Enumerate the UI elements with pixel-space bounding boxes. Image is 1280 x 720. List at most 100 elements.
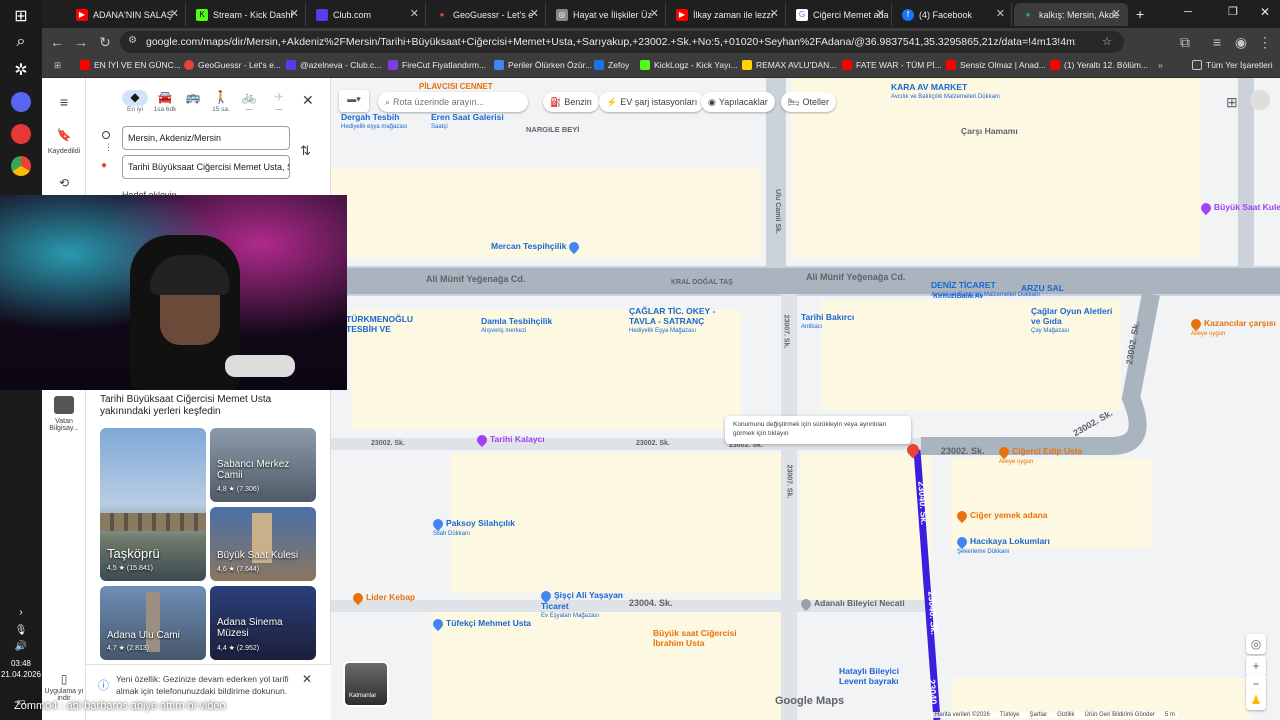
browser-tab[interactable]: K Stream - Kick Dashb ✕	[188, 3, 306, 26]
footer-link[interactable]: Ürün Geri Bildirimi Gönder	[1084, 712, 1154, 718]
bookmark[interactable]: FATE WAR - TÜM Pİ...	[842, 60, 942, 70]
mode-bike[interactable]: 🚲 —	[236, 90, 262, 113]
close-icon[interactable]: ✕	[1112, 7, 1121, 20]
poi-marker[interactable]: Dergah Tesbih Hediyelik eşya mağazası	[341, 112, 407, 132]
close-icon[interactable]: ✕	[410, 7, 419, 20]
poi-marker[interactable]: KRAL DOĞAL TAŞ	[671, 278, 733, 288]
browser-tab[interactable]: ▶ İlkay zaman ile lezze ✕	[668, 3, 786, 26]
menu-icon[interactable]: ⋮	[1256, 34, 1274, 51]
poi-marker[interactable]: KirmiziBalık Av	[933, 292, 983, 302]
poi-marker[interactable]: Lider Kebap	[350, 590, 415, 605]
bookmark[interactable]: Zefoy	[594, 60, 629, 70]
close-icon[interactable]: ✕	[302, 672, 312, 686]
poi-marker[interactable]: Mercan Tespihçilik	[491, 239, 582, 254]
app-icon[interactable]	[9, 122, 33, 146]
poi-marker[interactable]: PİLAVCISI CENNET	[419, 82, 493, 92]
browser-tab[interactable]: ● GeoGuessr - Let's e ✕	[428, 3, 546, 26]
volume-icon[interactable]: 🔊	[9, 634, 33, 658]
zoom-in-button[interactable]: +	[1246, 656, 1266, 676]
poi-marker[interactable]: NARGILE BEYİ	[526, 125, 579, 135]
minimize-button[interactable]: ─	[1184, 6, 1192, 18]
poi-marker[interactable]: Damla Tesbihçilik Alışveriş merkezi	[481, 316, 552, 336]
poi-marker[interactable]: Şişçi Ali Yaşayan Ticaret Ev Eşyaları Mağ…	[538, 588, 631, 621]
site-settings-icon[interactable]: ⚙	[128, 35, 137, 46]
swap-icon[interactable]: ⇅	[300, 143, 311, 159]
poi-marker[interactable]: ARZU SAL	[1021, 283, 1064, 293]
restore-button[interactable]: ❐	[1228, 5, 1238, 18]
poi-marker[interactable]: Kazancılar çarşısı Aileye uygun	[1188, 316, 1276, 339]
close-window-button[interactable]: ✕	[1260, 5, 1270, 19]
chatgpt-icon[interactable]: ✲	[9, 58, 33, 82]
back-icon[interactable]: ←	[48, 34, 66, 50]
place-card[interactable]: Sabancı Merkez Camii 4,8 ★ (7.306)	[210, 428, 316, 502]
bookmark[interactable]: Sensiz Olmaz | Anad...	[946, 60, 1046, 70]
mode-transit[interactable]: 🚌	[180, 90, 206, 106]
destination-input[interactable]: Tarihi Büyüksaat Ciğercisi Memet Usta, S	[122, 155, 290, 179]
browser-tab[interactable]: f (4) Facebook ✕	[894, 3, 1012, 26]
poi-marker[interactable]: Tarihi Kalaycı	[474, 432, 545, 447]
profile-icon[interactable]: ◉	[1232, 34, 1250, 51]
browser-tab[interactable]: Club.com ✕	[308, 3, 426, 26]
all-bookmarks[interactable]: Tüm Yer İşaretleri	[1192, 60, 1273, 70]
footer-link[interactable]: Gizlilik	[1057, 712, 1074, 718]
close-icon[interactable]: ✕	[302, 92, 314, 109]
chip-hotels[interactable]: 🛏 Oteller	[781, 92, 836, 112]
poi-marker[interactable]: Hataylı Bileyici Levent bayrakı	[839, 666, 919, 686]
hamburger-menu-icon[interactable]: ≡	[42, 94, 86, 110]
poi-marker[interactable]: TÜRKMENOĞLU TESBİH VE	[346, 314, 413, 334]
poi-marker[interactable]: Tarihi Bakırcı Antikacı	[801, 312, 854, 332]
reload-icon[interactable]: ↻	[96, 34, 114, 51]
browser-tab[interactable]: G Ciğerci Memet ada ✕	[788, 3, 892, 26]
saved-icon[interactable]: 🔖	[42, 128, 86, 142]
poi-marker[interactable]: Paksoy Silahçılık Silah Dükkanı	[430, 516, 515, 539]
place-card[interactable]: Adana Ulu Cami 4,7 ★ (2.813)	[100, 586, 206, 660]
chip-ev[interactable]: ⚡ EV şarj istasyonları	[599, 92, 705, 112]
poi-marker[interactable]: Büyük saat Ciğercisi İbrahim Usta	[653, 628, 763, 648]
panel-toggle-icon[interactable]: ▬▾	[339, 90, 369, 112]
poi-marker[interactable]: Tüfekçi Mehmet Usta	[430, 616, 531, 631]
poi-marker[interactable]: KARA AV MARKET Avcılık ve Balıkçılık Malz…	[891, 82, 1000, 102]
address-bar[interactable]: ⚙ google.com/maps/dir/Mersin,+Akdeniz%2F…	[120, 31, 1124, 53]
browser-tab-active[interactable]: ● kalkış: Mersin, Akde ✕	[1014, 3, 1128, 26]
poi-marker[interactable]: Adanalı Bileyici Necati	[798, 596, 905, 611]
bookmark-star-icon[interactable]: ☆	[1102, 35, 1112, 48]
app-icon[interactable]	[9, 90, 33, 114]
my-location-button[interactable]: ◎	[1246, 634, 1266, 654]
taskbar-clock[interactable]: 03:48 21.04.2026	[0, 658, 42, 680]
close-icon[interactable]: ✕	[530, 7, 539, 20]
bookmark[interactable]: KickLogz - Kick Yayı...	[640, 60, 738, 70]
pegman-icon[interactable]: ♟	[1246, 690, 1266, 710]
avatar[interactable]	[1250, 90, 1270, 110]
mode-walk[interactable]: 🚶 15 sa.	[208, 90, 234, 113]
bookmark[interactable]: FireCut Fiyatlandırm...	[388, 60, 486, 70]
close-icon[interactable]: ✕	[996, 7, 1005, 20]
place-card[interactable]: Taşköprü 4,5 ★ (15.841)	[100, 428, 206, 581]
mode-best[interactable]: ◆ En iyi	[122, 90, 148, 113]
new-tab-button[interactable]: +	[1136, 6, 1144, 22]
route-search-input[interactable]: ⌕ Rota üzerinde arayın...	[378, 92, 528, 112]
apps-icon[interactable]: ⊞	[54, 60, 61, 71]
chip-todo[interactable]: ◉ Yapılacaklar	[701, 92, 775, 112]
poi-marker[interactable]: Çarşı Hamamı	[961, 126, 1018, 136]
media-icon[interactable]: ≡	[1208, 34, 1226, 50]
apps-grid-icon[interactable]: ⊞	[1226, 94, 1238, 111]
footer-link[interactable]: Türkiye	[1000, 712, 1020, 718]
mode-flight[interactable]: ✈ —	[266, 90, 292, 113]
bookmark[interactable]: EN İYİ VE EN GÜNC...	[80, 60, 181, 70]
place-card[interactable]: Büyük Saat Kulesi 4,6 ★ (7.644)	[210, 507, 316, 581]
poi-marker[interactable]: Ciğer yemek adana	[954, 508, 1047, 523]
bookmark[interactable]: Periler Ölürken Özür...	[494, 60, 592, 70]
origin-input[interactable]: Mersin, Akdeniz/Mersin	[122, 126, 290, 150]
poi-marker[interactable]: ÇAĞLAR TİC. OKEY - TAVLA - SATRANÇ Hediye…	[629, 306, 739, 336]
chrome-icon[interactable]	[9, 154, 33, 178]
close-icon[interactable]: ✕	[170, 7, 179, 20]
history-icon[interactable]: ⟲	[42, 176, 86, 190]
forward-icon[interactable]: →	[72, 34, 90, 50]
bookmark[interactable]: (1) Yeraltı 12. Bölüm...	[1050, 60, 1148, 70]
bookmark[interactable]: REMAX AVLU'DAN...	[742, 60, 836, 70]
more-bookmarks-icon[interactable]: »	[1158, 60, 1163, 70]
chip-fuel[interactable]: ⛽ Benzin	[543, 92, 599, 112]
poi-marker[interactable]: Çağlar Oyun Aletleri ve Gıda Çay Mağazası	[1031, 306, 1121, 336]
close-icon[interactable]: ✕	[650, 7, 659, 20]
browser-tab[interactable]: ▶ ADANA'NIN SALAŞ ✕	[68, 3, 186, 26]
